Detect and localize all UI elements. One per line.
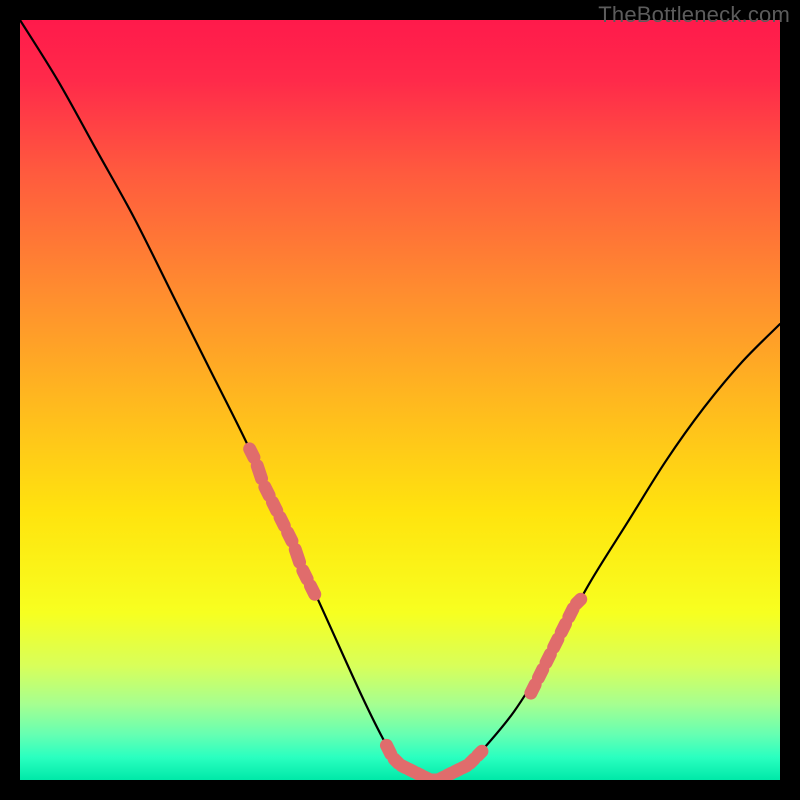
marker-pill [265,487,269,496]
marker-pill [561,624,565,633]
marker-pill [546,654,550,663]
marker-pill [257,466,261,479]
marker-pill [478,751,482,755]
chart-frame: TheBottleneck.com [0,0,800,800]
marker-pill [554,639,558,648]
marker-pill [295,549,299,562]
marker-pill [303,571,307,580]
marker-pill [531,685,535,694]
marker-pill [310,586,314,595]
marker-pill [386,745,390,754]
plot-area [20,20,780,780]
marker-pill [272,502,276,511]
watermark-text: TheBottleneck.com [598,2,790,28]
marker-pill [538,669,542,678]
chart-svg [20,20,780,780]
marker-pill [569,609,573,618]
marker-pill [250,449,254,458]
marker-pill [288,533,292,542]
marker-pill [280,517,284,526]
gradient-background [20,20,780,780]
marker-pill [576,599,580,603]
